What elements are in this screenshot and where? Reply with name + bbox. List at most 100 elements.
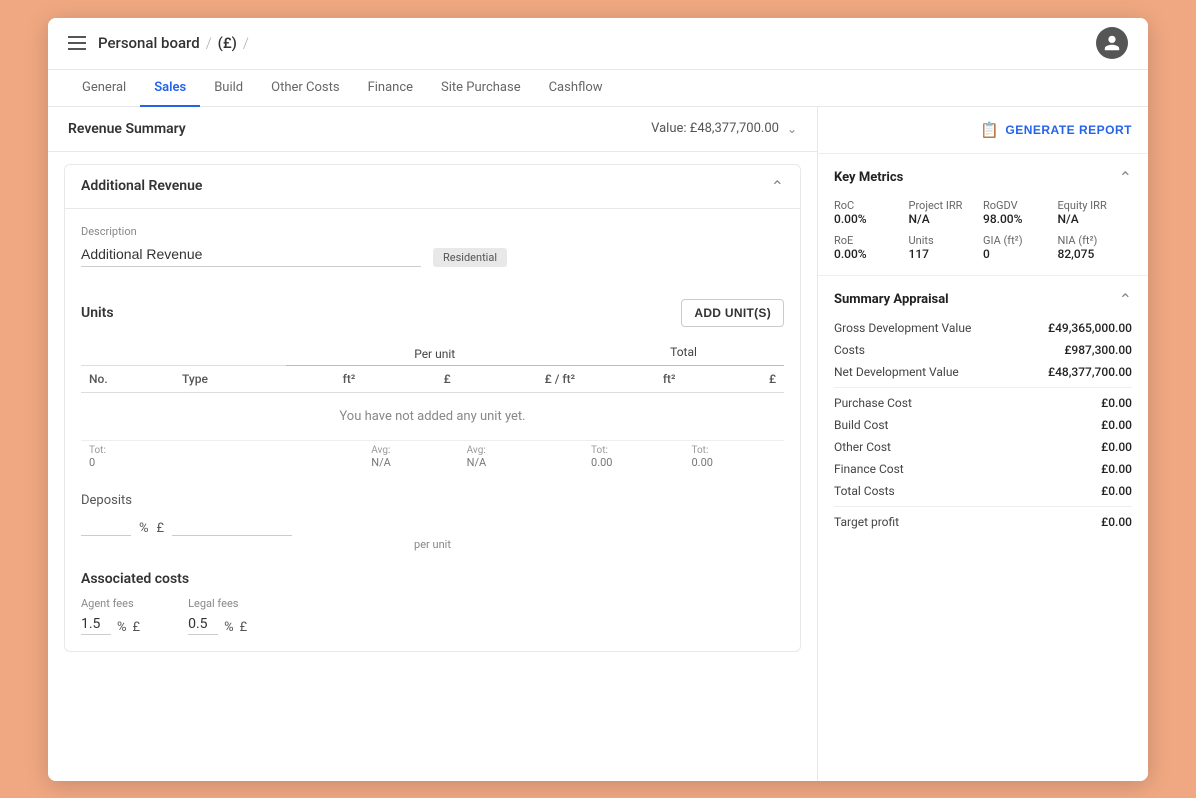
- legal-fees-pound: £: [240, 620, 248, 635]
- additional-revenue-collapse[interactable]: ⌃: [771, 177, 784, 196]
- metrics-header: Key Metrics ⌃: [834, 168, 1132, 187]
- col-gbp-per: £: [363, 365, 458, 392]
- legal-fees-value: 0.5: [188, 614, 218, 635]
- col-type: Type: [174, 365, 286, 392]
- summary-appraisal-header: Summary Appraisal ⌃: [834, 290, 1132, 309]
- col-gbp-per-ft2: £ / ft²: [459, 365, 583, 392]
- tab-other-costs[interactable]: Other Costs: [257, 70, 353, 107]
- rp-header: 📋 GENERATE REPORT: [818, 107, 1148, 154]
- metric-roe-label: RoE 0.00%: [834, 234, 909, 261]
- residential-badge: Residential: [433, 248, 507, 267]
- legal-fees-label: Legal fees: [188, 597, 247, 610]
- summary-row-ndv: Net Development Value £48,377,700.00: [834, 365, 1132, 379]
- header-left: Personal board / (£) /: [68, 34, 249, 52]
- metric-roc-label: RoC 0.00%: [834, 199, 909, 226]
- empty-units-row: You have not added any unit yet.: [81, 392, 784, 440]
- total-group-header: Total: [583, 339, 784, 366]
- add-unit-button[interactable]: ADD UNIT(S): [681, 299, 784, 327]
- description-label: Description: [81, 225, 784, 238]
- tot-no: Tot: 0: [81, 440, 174, 473]
- revenue-summary-header[interactable]: Revenue Summary Value: £48,377,700.00 ⌄: [48, 107, 817, 152]
- tab-sales[interactable]: Sales: [140, 70, 200, 107]
- left-panel: Revenue Summary Value: £48,377,700.00 ⌄ …: [48, 107, 818, 781]
- summary-row-target-profit: Target profit £0.00: [834, 515, 1132, 529]
- per-unit-group-header: Per unit: [286, 339, 583, 366]
- summary-row-total-costs: Total Costs £0.00: [834, 484, 1132, 498]
- additional-revenue-header[interactable]: Additional Revenue ⌃: [65, 165, 800, 209]
- revenue-summary-value: Value: £48,377,700.00: [651, 121, 779, 136]
- key-metrics-title: Key Metrics: [834, 170, 903, 185]
- metric-rogdv-label: RoGDV 98.00%: [983, 199, 1058, 226]
- key-metrics-collapse[interactable]: ⌃: [1119, 168, 1132, 187]
- agent-fees-label: Agent fees: [81, 597, 140, 610]
- col-no: No.: [81, 365, 174, 392]
- tab-general[interactable]: General: [68, 70, 140, 107]
- tab-site-purchase[interactable]: Site Purchase: [427, 70, 535, 107]
- revenue-summary-title: Revenue Summary: [68, 121, 186, 137]
- tot-avg1: [286, 440, 363, 473]
- agent-fees-pound: £: [133, 620, 141, 635]
- report-icon: 📋: [980, 121, 999, 139]
- legal-fees-percent: %: [224, 620, 234, 635]
- totals-row: Tot: 0 Avg: N/A Avg:: [81, 440, 784, 473]
- description-field-row: Residential: [81, 242, 784, 267]
- summary-row-costs: Costs £987,300.00: [834, 343, 1132, 357]
- summary-appraisal-collapse[interactable]: ⌃: [1119, 290, 1132, 309]
- units-section: Units ADD UNIT(S) Per unit Total No.: [65, 299, 800, 489]
- header: Personal board / (£) /: [48, 18, 1148, 70]
- deposits-per-unit: per unit: [81, 538, 784, 551]
- tabs-bar: General Sales Build Other Costs Finance …: [48, 70, 1148, 107]
- deposits-pound-input[interactable]: [172, 516, 292, 536]
- metrics-grid: RoC 0.00% Project IRR N/A RoGDV 98.00% E…: [834, 199, 1132, 261]
- divider-1: [834, 387, 1132, 388]
- tot-avg-val1: Avg: N/A: [363, 440, 458, 473]
- user-icon: [1103, 34, 1121, 52]
- tot-gbp: Tot: 0.00: [683, 440, 784, 473]
- metric-nia-label: NIA (ft²) 82,075: [1058, 234, 1133, 261]
- associated-costs-section: Associated costs Agent fees 1.5 % £ Lega…: [65, 567, 800, 651]
- tot-type: [174, 440, 286, 473]
- table-column-header-row: No. Type ft² £ £ / ft² ft² £: [81, 365, 784, 392]
- deposits-percent-input[interactable]: [81, 516, 131, 536]
- summary-row-finance: Finance Cost £0.00: [834, 462, 1132, 476]
- tab-build[interactable]: Build: [200, 70, 257, 107]
- revenue-summary-right: Value: £48,377,700.00 ⌄: [651, 121, 797, 136]
- breadcrumb-currency[interactable]: (£): [218, 34, 237, 52]
- agent-fees-group: Agent fees 1.5 % £: [81, 597, 140, 635]
- empty-header-left: [81, 339, 286, 366]
- generate-report-button[interactable]: 📋 GENERATE REPORT: [980, 121, 1132, 139]
- col-gbp-tot: £: [683, 365, 784, 392]
- agent-fees-inputs: 1.5 % £: [81, 614, 140, 635]
- hamburger-menu[interactable]: [68, 36, 86, 50]
- agent-fees-value: 1.5: [81, 614, 111, 635]
- agent-fees-percent: %: [117, 620, 127, 635]
- description-input[interactable]: [81, 242, 421, 267]
- tot-ft2: Tot: 0.00: [583, 440, 683, 473]
- summary-appraisal-title: Summary Appraisal: [834, 292, 949, 307]
- additional-revenue-body: Description Residential: [65, 209, 800, 295]
- summary-row-gdv: Gross Development Value £49,365,000.00: [834, 321, 1132, 335]
- additional-revenue-card: Additional Revenue ⌃ Description Residen…: [64, 164, 801, 652]
- breadcrumb: Personal board / (£) /: [98, 34, 249, 52]
- app-window: Personal board / (£) / General Sales Bui…: [48, 18, 1148, 781]
- units-header: Units ADD UNIT(S): [81, 299, 784, 327]
- revenue-summary-chevron: ⌄: [787, 122, 797, 136]
- metric-gia-label: GIA (ft²) 0: [983, 234, 1058, 261]
- tab-finance[interactable]: Finance: [354, 70, 427, 107]
- main-content: Revenue Summary Value: £48,377,700.00 ⌄ …: [48, 107, 1148, 781]
- summary-row-build: Build Cost £0.00: [834, 418, 1132, 432]
- breadcrumb-title[interactable]: Personal board: [98, 34, 200, 52]
- associated-costs-title: Associated costs: [81, 571, 784, 587]
- units-table: Per unit Total No. Type ft² £ £ / ft² ft…: [81, 339, 784, 473]
- deposits-percent-sym: %: [139, 521, 149, 536]
- fees-row: Agent fees 1.5 % £ Legal fees 0.5 %: [81, 597, 784, 635]
- table-group-header-row: Per unit Total: [81, 339, 784, 366]
- col-ft2-tot: ft²: [583, 365, 683, 392]
- tot-avg-val2: Avg: N/A: [459, 440, 583, 473]
- metric-equity-irr-label: Equity IRR N/A: [1058, 199, 1133, 226]
- metric-units-label: Units 117: [909, 234, 984, 261]
- legal-fees-inputs: 0.5 % £: [188, 614, 247, 635]
- user-avatar[interactable]: [1096, 27, 1128, 59]
- tab-cashflow[interactable]: Cashflow: [535, 70, 617, 107]
- summary-appraisal-section: Summary Appraisal ⌃ Gross Development Va…: [818, 276, 1148, 551]
